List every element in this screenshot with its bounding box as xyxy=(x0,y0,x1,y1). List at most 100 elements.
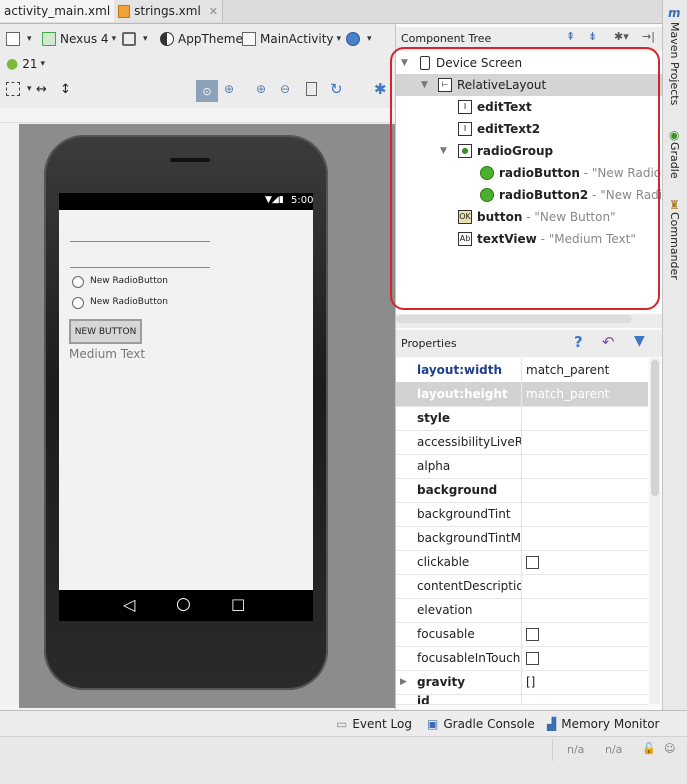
settings-button[interactable]: ✱ xyxy=(374,80,387,98)
device-dropdown[interactable]: Nexus 4 xyxy=(42,32,116,46)
property-value[interactable] xyxy=(521,406,648,430)
scrollbar-thumb[interactable] xyxy=(651,360,659,496)
refresh-button[interactable]: ↻ xyxy=(330,80,343,98)
expand-all-icon[interactable]: ⇞ xyxy=(566,30,575,43)
property-name: focusable xyxy=(417,627,475,641)
status-time: 5:00 xyxy=(291,195,314,206)
memory-monitor-button[interactable]: ▟ Memory Monitor xyxy=(547,711,659,737)
orientation-dropdown[interactable] xyxy=(122,32,148,46)
property-name: id xyxy=(417,694,430,705)
maven-projects-tab[interactable]: Maven Projects xyxy=(668,22,681,105)
property-row[interactable]: id xyxy=(396,694,648,705)
edit-text-field[interactable] xyxy=(70,241,210,242)
property-row[interactable]: alpha xyxy=(396,454,648,479)
property-row[interactable]: background xyxy=(396,478,648,503)
focusable-checkbox[interactable] xyxy=(526,627,539,641)
tab-strings[interactable]: strings.xml ✕ xyxy=(114,0,223,22)
gradle-console-button[interactable]: ▣ Gradle Console xyxy=(427,711,535,737)
commander-tab[interactable]: Commander xyxy=(668,212,681,280)
property-row[interactable]: accessibilityLiveReg xyxy=(396,430,648,455)
new-button-preview[interactable]: NEW BUTTON xyxy=(69,319,142,344)
hide-panel-icon[interactable]: →| xyxy=(642,30,655,43)
page-button[interactable] xyxy=(306,82,321,96)
property-value[interactable] xyxy=(521,598,648,622)
focusable-in-touch-mode-checkbox[interactable] xyxy=(526,651,539,665)
property-row[interactable]: backgroundTint xyxy=(396,502,648,527)
maven-icon: m xyxy=(668,6,681,20)
filter-icon[interactable]: ▼ xyxy=(634,333,645,349)
properties-scrollbar[interactable] xyxy=(650,358,660,704)
property-value[interactable]: match_parent xyxy=(521,382,648,406)
radio-button2-circle[interactable] xyxy=(72,297,84,309)
recents-icon: □ xyxy=(231,595,246,613)
phone-screen[interactable] xyxy=(59,193,313,590)
zoom-out-button[interactable]: ⊖ xyxy=(280,82,290,96)
console-icon: ▣ xyxy=(427,717,439,731)
vertical-arrows-icon: ↕ xyxy=(60,82,71,97)
zoom-to-fit-button[interactable]: ⊙ xyxy=(196,80,218,102)
property-row[interactable]: backgroundTintMo xyxy=(396,526,648,551)
clickable-checkbox[interactable] xyxy=(526,555,539,569)
property-value[interactable] xyxy=(521,574,648,598)
gear-icon[interactable]: ✱▾ xyxy=(614,30,629,43)
property-row[interactable]: style xyxy=(396,406,648,431)
gradle-console-label: Gradle Console xyxy=(443,717,535,731)
help-icon[interactable]: ? xyxy=(574,333,583,351)
property-row[interactable]: focusableInTouchM xyxy=(396,646,648,671)
expand-arrow-icon[interactable]: ▶ xyxy=(400,677,407,687)
inspector-icon[interactable]: ☺ xyxy=(664,742,675,755)
tab-activity-main[interactable]: activity_main.xml ✕ xyxy=(0,0,127,22)
property-row[interactable]: clickable xyxy=(396,550,648,575)
property-name: elevation xyxy=(417,603,473,617)
locale-dropdown[interactable] xyxy=(346,32,372,46)
property-name: layout:width xyxy=(417,363,503,377)
theme-button[interactable]: AppTheme xyxy=(160,32,243,46)
zoom-out-icon: ⊖ xyxy=(280,82,291,96)
event-log-button[interactable]: ▭ Event Log xyxy=(336,711,412,737)
activity-dropdown[interactable]: MainActivity xyxy=(242,32,341,46)
property-value[interactable] xyxy=(521,694,648,704)
property-value[interactable] xyxy=(521,526,648,550)
property-value[interactable] xyxy=(521,478,648,502)
edit-text2-field[interactable] xyxy=(70,267,210,268)
android-icon: ● xyxy=(6,56,19,72)
property-row[interactable]: elevation xyxy=(396,598,648,623)
close-icon[interactable]: ✕ xyxy=(209,5,218,18)
property-value[interactable] xyxy=(521,454,648,478)
property-name: layout:height xyxy=(417,387,508,401)
new-file-dropdown[interactable] xyxy=(6,32,32,46)
property-value[interactable] xyxy=(521,502,648,526)
horizontal-stretch-button[interactable]: ↔ xyxy=(36,82,47,97)
property-row[interactable]: layout:width match_parent xyxy=(396,358,648,383)
bottom-tool-bar: ▭ Event Log ▣ Gradle Console ▟ Memory Mo… xyxy=(0,710,687,737)
gradle-tab[interactable]: Gradle xyxy=(668,142,681,179)
property-value-cell xyxy=(521,550,648,574)
property-value[interactable]: match_parent xyxy=(521,358,648,382)
undo-icon[interactable]: ↶ xyxy=(602,333,615,351)
property-row[interactable]: contentDescription xyxy=(396,574,648,599)
zoom-options-dropdown[interactable] xyxy=(6,82,32,96)
property-row[interactable]: focusable xyxy=(396,622,648,647)
file-icon xyxy=(6,32,20,46)
actual-size-button[interactable]: ⊕ xyxy=(224,82,234,96)
vertical-stretch-button[interactable]: ↕ xyxy=(60,82,71,97)
radio-button-circle[interactable] xyxy=(72,276,84,288)
panel-splitter[interactable] xyxy=(396,314,662,328)
zoom-fit-icon: ⊙ xyxy=(202,84,212,98)
zoom-in-button[interactable]: ⊕ xyxy=(256,82,266,96)
caret-position: n/a xyxy=(567,743,585,756)
property-row[interactable]: ▶ gravity [] xyxy=(396,670,648,695)
property-value[interactable] xyxy=(521,430,648,454)
device-label: Nexus 4 xyxy=(60,32,109,46)
api-level-dropdown[interactable]: ● 21 xyxy=(6,56,45,72)
property-row-selected[interactable]: layout:height match_parent xyxy=(396,382,648,407)
medium-text-preview[interactable]: Medium Text xyxy=(69,347,145,361)
status-divider xyxy=(552,739,553,761)
lock-icon[interactable]: 🔓 xyxy=(642,742,656,755)
wifi-signal-battery-icon: ▼◢▮ xyxy=(265,195,284,205)
property-value[interactable]: [] xyxy=(521,670,648,694)
theme-icon xyxy=(160,32,174,46)
collapse-all-icon[interactable]: ⇟ xyxy=(588,30,597,43)
horizontal-scrollbar[interactable] xyxy=(396,315,632,323)
phone-speaker xyxy=(170,158,210,162)
